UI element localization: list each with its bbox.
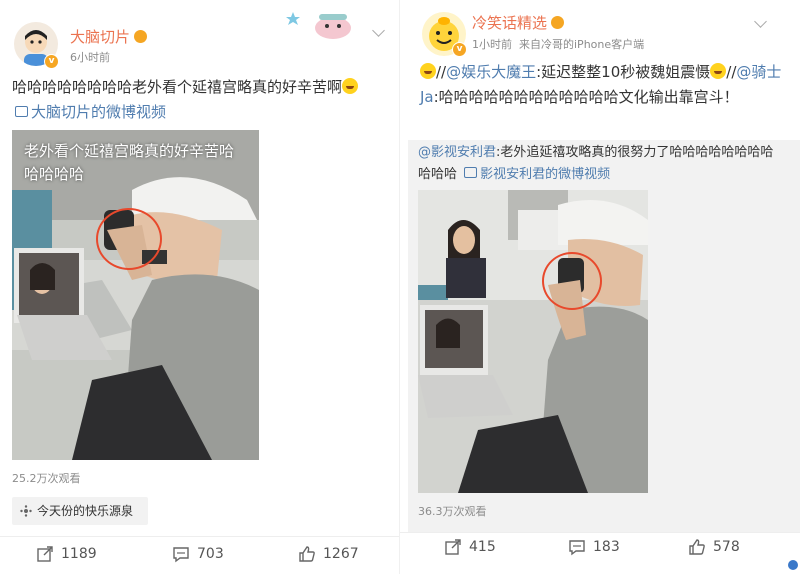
video-caption-overlay: 老外看个延禧宫略真的好辛苦哈哈哈哈哈 [24, 142, 235, 183]
vip-crown-icon [551, 16, 565, 29]
post-timestamp: 6小时前 [70, 51, 110, 64]
post-body-text: //@娱乐大魔王:延迟整整10秒被魏姐震慑//@骑士Ja:哈哈哈哈哈哈哈哈哈哈哈… [420, 63, 782, 106]
right-weibo-post: v 冷笑话精选 1小时前 来自冷哥的iPhone客户端 //@娱乐大魔王:延迟整… [400, 0, 800, 574]
comment-button[interactable]: 703 [172, 545, 224, 563]
highlight-circle [96, 208, 162, 270]
thumbs-up-icon [689, 539, 705, 555]
like-button[interactable]: 578 [688, 538, 740, 556]
left-weibo-post: v 大脑切片 6小时前 哈哈哈哈哈哈哈哈老外看个延禧宫略真的好辛苦啊 大脑切片的… [0, 0, 400, 574]
divider [0, 536, 400, 537]
weibo-video-link[interactable]: 影视安利君的微博视频 [461, 167, 610, 182]
thumbs-up-icon [299, 546, 315, 562]
verified-badge-icon: v [44, 54, 59, 69]
laugh-emoji-icon [420, 63, 436, 79]
topic-tag[interactable]: 今天份的快乐源泉 [12, 497, 148, 525]
view-count: 36.3万次观看 [418, 505, 487, 518]
video-thumbnail[interactable] [418, 190, 648, 493]
video-link-icon [464, 167, 478, 178]
repost-icon [37, 546, 53, 562]
vip-crown-icon [134, 30, 148, 43]
chevron-down-icon[interactable] [754, 15, 767, 28]
office-scene-image [418, 190, 648, 493]
repost-button[interactable]: 1189 [36, 545, 97, 563]
video-link-icon [15, 106, 28, 117]
mention-link[interactable]: @影视安利君 [418, 145, 496, 160]
post-timestamp: 1小时前 [472, 38, 512, 51]
post-username[interactable]: 大脑切片 [70, 26, 148, 47]
repost-container: @影视安利君:老外追延禧攻略真的很努力了哈哈哈哈哈哈哈哈哈哈哈 影视安利君的微博… [408, 140, 800, 532]
laugh-emoji-icon [710, 63, 727, 79]
repost-body-text: @影视安利君:老外追延禧攻略真的很努力了哈哈哈哈哈哈哈哈哈哈哈 影视安利君的微博… [418, 145, 774, 182]
chevron-down-icon[interactable] [372, 24, 385, 37]
comment-icon [569, 540, 585, 556]
verified-badge-icon: v [452, 42, 467, 57]
weibo-watermark-icon [788, 560, 798, 570]
post-meta: 1小时前 来自冷哥的iPhone客户端 [472, 36, 644, 52]
highlight-circle [542, 252, 602, 310]
mention-link[interactable]: @娱乐大魔王 [446, 63, 536, 81]
weibo-video-link[interactable]: 大脑切片的微博视频 [12, 103, 166, 121]
sparkle-icon [20, 505, 32, 517]
repost-icon [445, 539, 461, 555]
comment-icon [173, 547, 189, 563]
video-thumbnail[interactable]: 老外看个延禧宫略真的好辛苦哈哈哈哈哈 [12, 130, 259, 460]
comment-button[interactable]: 183 [568, 538, 620, 556]
post-username[interactable]: 冷笑话精选 [472, 12, 565, 33]
repost-button[interactable]: 415 [444, 538, 496, 556]
divider [400, 532, 800, 533]
post-body-text: 哈哈哈哈哈哈哈哈老外看个延禧宫略真的好辛苦啊 大脑切片的微博视频 [12, 75, 377, 125]
laugh-emoji-icon [342, 78, 359, 94]
sticker-decoration-icon [285, 8, 365, 42]
post-source[interactable]: 来自冷哥的iPhone客户端 [519, 38, 644, 51]
view-count: 25.2万次观看 [12, 472, 81, 485]
like-button[interactable]: 1267 [298, 545, 359, 563]
